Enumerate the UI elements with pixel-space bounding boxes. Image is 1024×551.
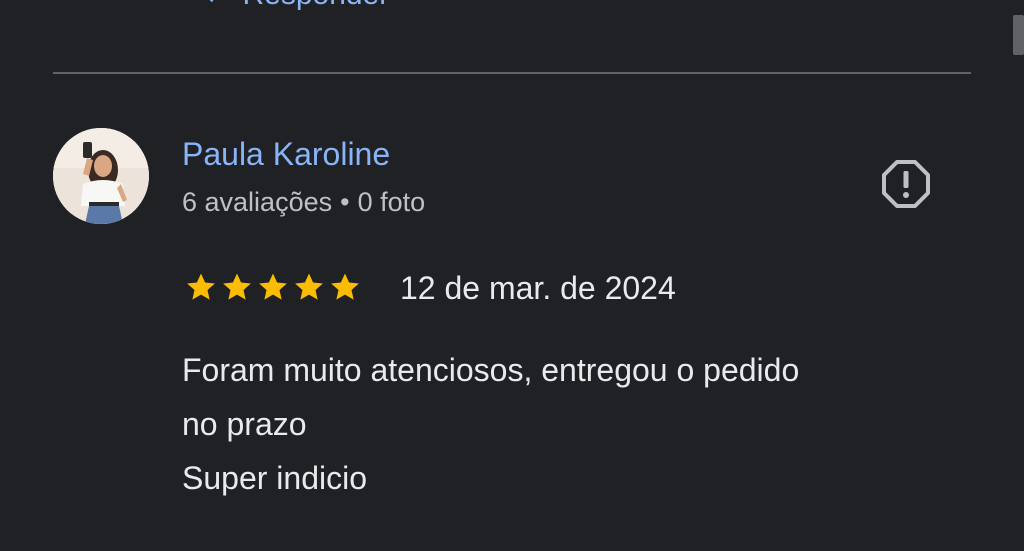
star-icon [259,273,287,300]
reply-arrow-icon: ↩ [205,0,228,12]
review-text-line: Super indicio [182,460,367,496]
star-icon [295,273,323,300]
reply-button[interactable]: ↩ Responder [205,0,389,12]
report-flag-icon[interactable] [880,158,932,210]
reviews-count: 6 avaliações [182,187,333,217]
review-text-line: Foram muito atenciosos, entregou o pedid… [182,352,800,388]
meta-separator: • [340,187,350,217]
review-date: 12 de mar. de 2024 [400,270,676,306]
star-icon [331,273,359,300]
review-divider [53,72,971,74]
scrollbar-thumb[interactable] [1013,15,1024,55]
reviewer-meta: 6 avaliações • 0 foto [182,184,425,220]
review-text: Foram muito atenciosos, entregou o pedid… [182,343,962,505]
profile-photo [53,128,149,224]
reviews-page: ↩ Responder Paula Karoline 6 avaliaçõe [0,0,1024,551]
reply-label: Responder [242,0,389,12]
star-rating [184,270,362,310]
review-text-line: no prazo [182,406,307,442]
reviewer-name[interactable]: Paula Karoline [182,134,390,174]
reviewer-avatar[interactable] [53,128,149,224]
star-icon [187,273,215,300]
star-icon [223,273,251,300]
photos-count: 0 foto [357,187,426,217]
